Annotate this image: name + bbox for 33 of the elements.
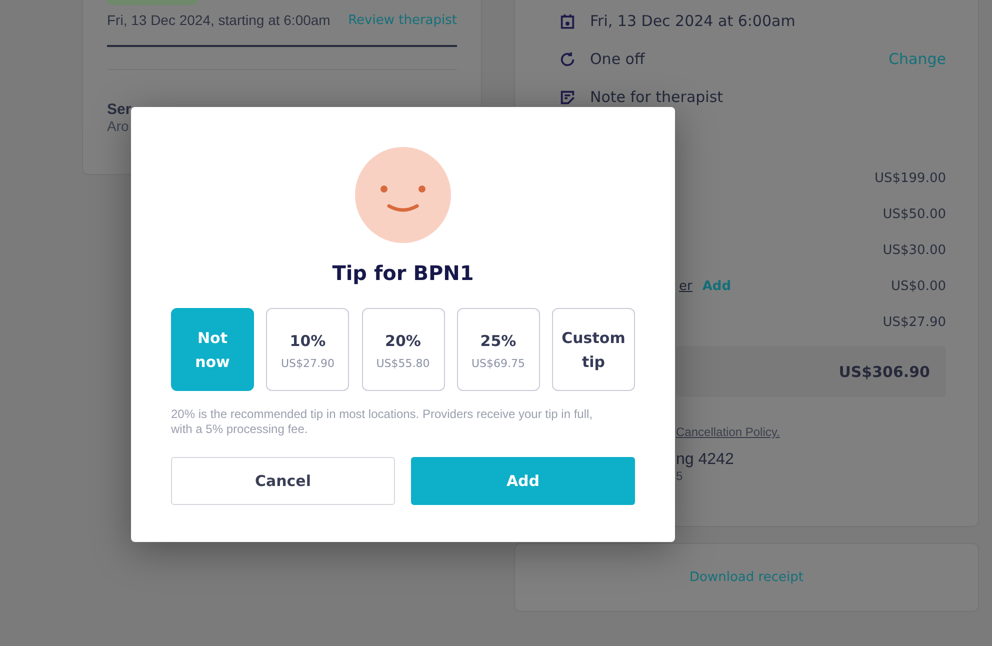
detail-text: Fri, 13 Dec 2024 at 6:00am (590, 12, 796, 30)
cancel-button[interactable]: Cancel (171, 457, 395, 505)
tip-option[interactable]: 25% US$69.75 (456, 308, 540, 391)
card-title: ng 4242 (676, 451, 735, 469)
service-subtitle: Aro (107, 118, 130, 134)
add-link[interactable]: Add (702, 278, 882, 294)
price-label[interactable]: er (679, 278, 692, 294)
tip-option[interactable]: 10% US$27.90 (266, 308, 350, 391)
change-link[interactable]: Change (888, 50, 946, 68)
repeat-icon (559, 50, 576, 68)
smiley-face-icon (355, 147, 451, 243)
service-title: Ser (107, 101, 132, 118)
tip-option[interactable]: Not now (171, 308, 254, 391)
add-button[interactable]: Add (411, 457, 635, 505)
price-amount: US$27.90 (882, 314, 946, 330)
price-amount: US$0.00 (891, 278, 946, 294)
note-icon (559, 88, 576, 106)
policy-link[interactable]: Cancellation Policy. (676, 425, 946, 439)
total-amount: US$306.90 (838, 362, 930, 380)
dialog-title: Tip for BPN1 (332, 261, 474, 285)
detail-text: One off (590, 50, 646, 68)
booking-date: Fri, 13 Dec 2024, starting at 6:00am (107, 12, 330, 28)
price-amount: US$50.00 (882, 206, 946, 222)
card-subtitle: 5 (676, 469, 684, 483)
review-link[interactable]: Review therapist (348, 12, 457, 28)
price-amount: US$199.00 (874, 170, 946, 186)
price-amount: US$30.00 (882, 242, 946, 258)
detail-text: Note for therapist (590, 88, 724, 106)
tip-option[interactable]: 20% US$55.80 (362, 308, 444, 391)
download-receipt-link[interactable]: Download receipt (690, 570, 804, 585)
calendar-icon (559, 12, 576, 30)
tip-option[interactable]: Custom tip (552, 308, 635, 391)
tip-note: 20% is the recommended tip in most locations. Providers receive your tip in full, with a 5% processing fee. (171, 407, 594, 437)
